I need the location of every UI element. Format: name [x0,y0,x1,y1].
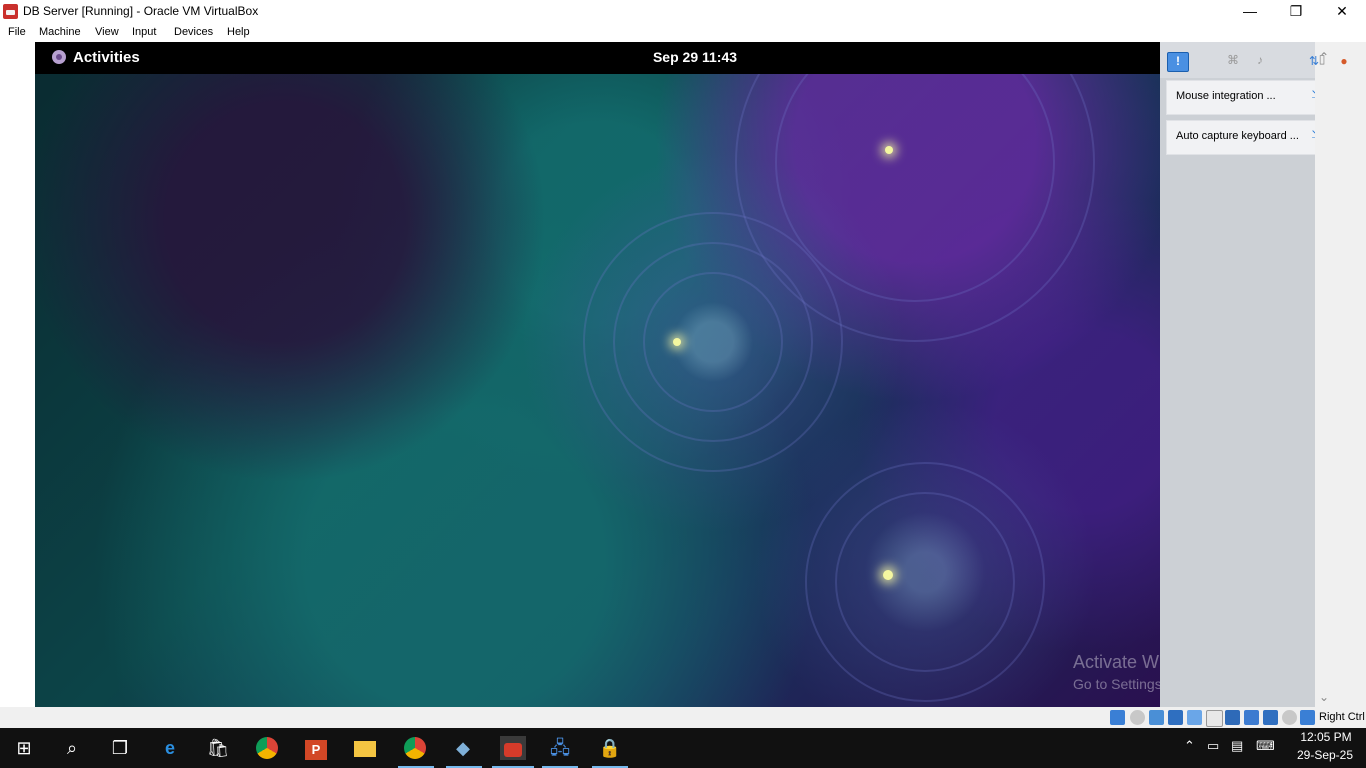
network-icon[interactable]: ⌘ [1226,53,1240,67]
tray-keyboard-icon[interactable]: ⌨ [1256,738,1275,754]
shared-folders-icon[interactable] [1206,710,1223,727]
tray-overflow-icon[interactable]: ⌃ [1184,738,1195,754]
wallpaper-star [883,570,893,580]
network-connection-icon[interactable]: 🖧 [548,736,572,760]
menu-devices[interactable]: Devices [174,26,213,38]
menu-input[interactable]: Input [132,26,156,38]
windows-taskbar: ⊞ ⌕ ❐ e 🛍 P ◆ 🖧 🔒 ⌃ ▭ ▤ ⌨ 12:05 PM 29-Se… [0,728,1366,768]
menu-help[interactable]: Help [227,26,250,38]
edge-icon[interactable]: e [158,736,182,760]
store-icon[interactable]: 🛍 [206,736,230,760]
vm-window-taskbar-icon[interactable] [500,736,526,760]
wallpaper-star [885,146,893,154]
taskbar-date[interactable]: 29-Sep-25 [1294,748,1356,762]
audio-icon[interactable]: ♪ [1253,53,1267,67]
recording-status-icon[interactable] [1244,710,1259,725]
vpn-lock-icon[interactable]: 🔒 [598,736,622,760]
host-key-label: Right Ctrl [1319,711,1365,723]
tray-network-icon[interactable]: ▭ [1207,738,1219,754]
notification-center: ! ⌘ ♪ Mouse integration ... ⇲ ✖ Auto cap… [1160,42,1360,707]
notification-label: Auto capture keyboard ... [1176,130,1299,142]
right-scroll-area: ▯ ⇅ ● ⌃ ⌄ [1309,42,1366,707]
close-button[interactable]: ✕ [1319,0,1365,24]
activate-windows-hint: Go to Settings to activate Windows. [1073,676,1160,692]
virtualbox-manager-icon[interactable]: ◆ [451,736,475,760]
task-view-icon[interactable]: ❐ [108,736,132,760]
scroll-up-icon[interactable]: ⌃ [1317,50,1331,64]
chrome-profile-icon[interactable] [403,736,427,760]
guest-clock[interactable]: Sep 29 11:43 [595,49,795,65]
powerpoint-icon[interactable]: P [304,736,328,760]
tray-message-icon[interactable]: ▤ [1231,738,1243,754]
wallpaper-ring [643,272,783,412]
activate-windows-watermark: Activate Windows [1073,652,1160,672]
virtualbox-app-icon [3,4,18,19]
hard-disk-icon[interactable] [1110,710,1125,725]
vt-x-icon[interactable] [1263,710,1278,725]
recording-icon[interactable]: ● [1337,54,1351,68]
search-icon[interactable]: ⌕ [60,736,84,760]
menu-file[interactable]: File [8,26,26,38]
taskbar-time[interactable]: 12:05 PM [1298,730,1354,744]
activities-button[interactable]: Activities [73,49,140,66]
mouse-integration-icon[interactable] [1282,710,1297,725]
network-status-icon[interactable] [1168,710,1183,725]
gnome-top-bar: Activities Sep 29 11:43 [35,42,1160,74]
optical-drive-icon[interactable] [1130,710,1145,725]
minimize-button[interactable]: — [1227,0,1273,24]
scroll-down-icon[interactable]: ⌄ [1317,690,1331,704]
wallpaper-ring [835,492,1015,672]
notification-label: Mouse integration ... [1176,90,1276,102]
window-title-bar: DB Server [Running] - Oracle VM VirtualB… [0,0,1366,24]
maximize-button[interactable]: ❐ [1273,0,1319,24]
chrome-icon[interactable] [255,736,279,760]
vm-status-bar: Right Ctrl [0,707,1366,728]
activities-icon[interactable] [52,50,66,64]
file-explorer-icon[interactable] [353,736,377,760]
menu-bar: File Machine View Input Devices Help [0,24,1366,42]
menu-view[interactable]: View [95,26,119,38]
usb-icon[interactable] [1187,710,1202,725]
wallpaper-star [673,338,681,346]
display-icon[interactable] [1225,710,1240,725]
vm-display[interactable]: Activities Sep 29 11:43 Activate Windows… [35,42,1160,707]
notification-center-icon[interactable]: ! [1167,52,1189,72]
audio-status-icon[interactable] [1149,710,1164,725]
menu-machine[interactable]: Machine [39,26,81,38]
window-title: DB Server [Running] - Oracle VM VirtualB… [23,4,259,18]
windows-start-icon[interactable]: ⊞ [12,736,36,760]
keyboard-capture-icon[interactable] [1300,710,1315,725]
